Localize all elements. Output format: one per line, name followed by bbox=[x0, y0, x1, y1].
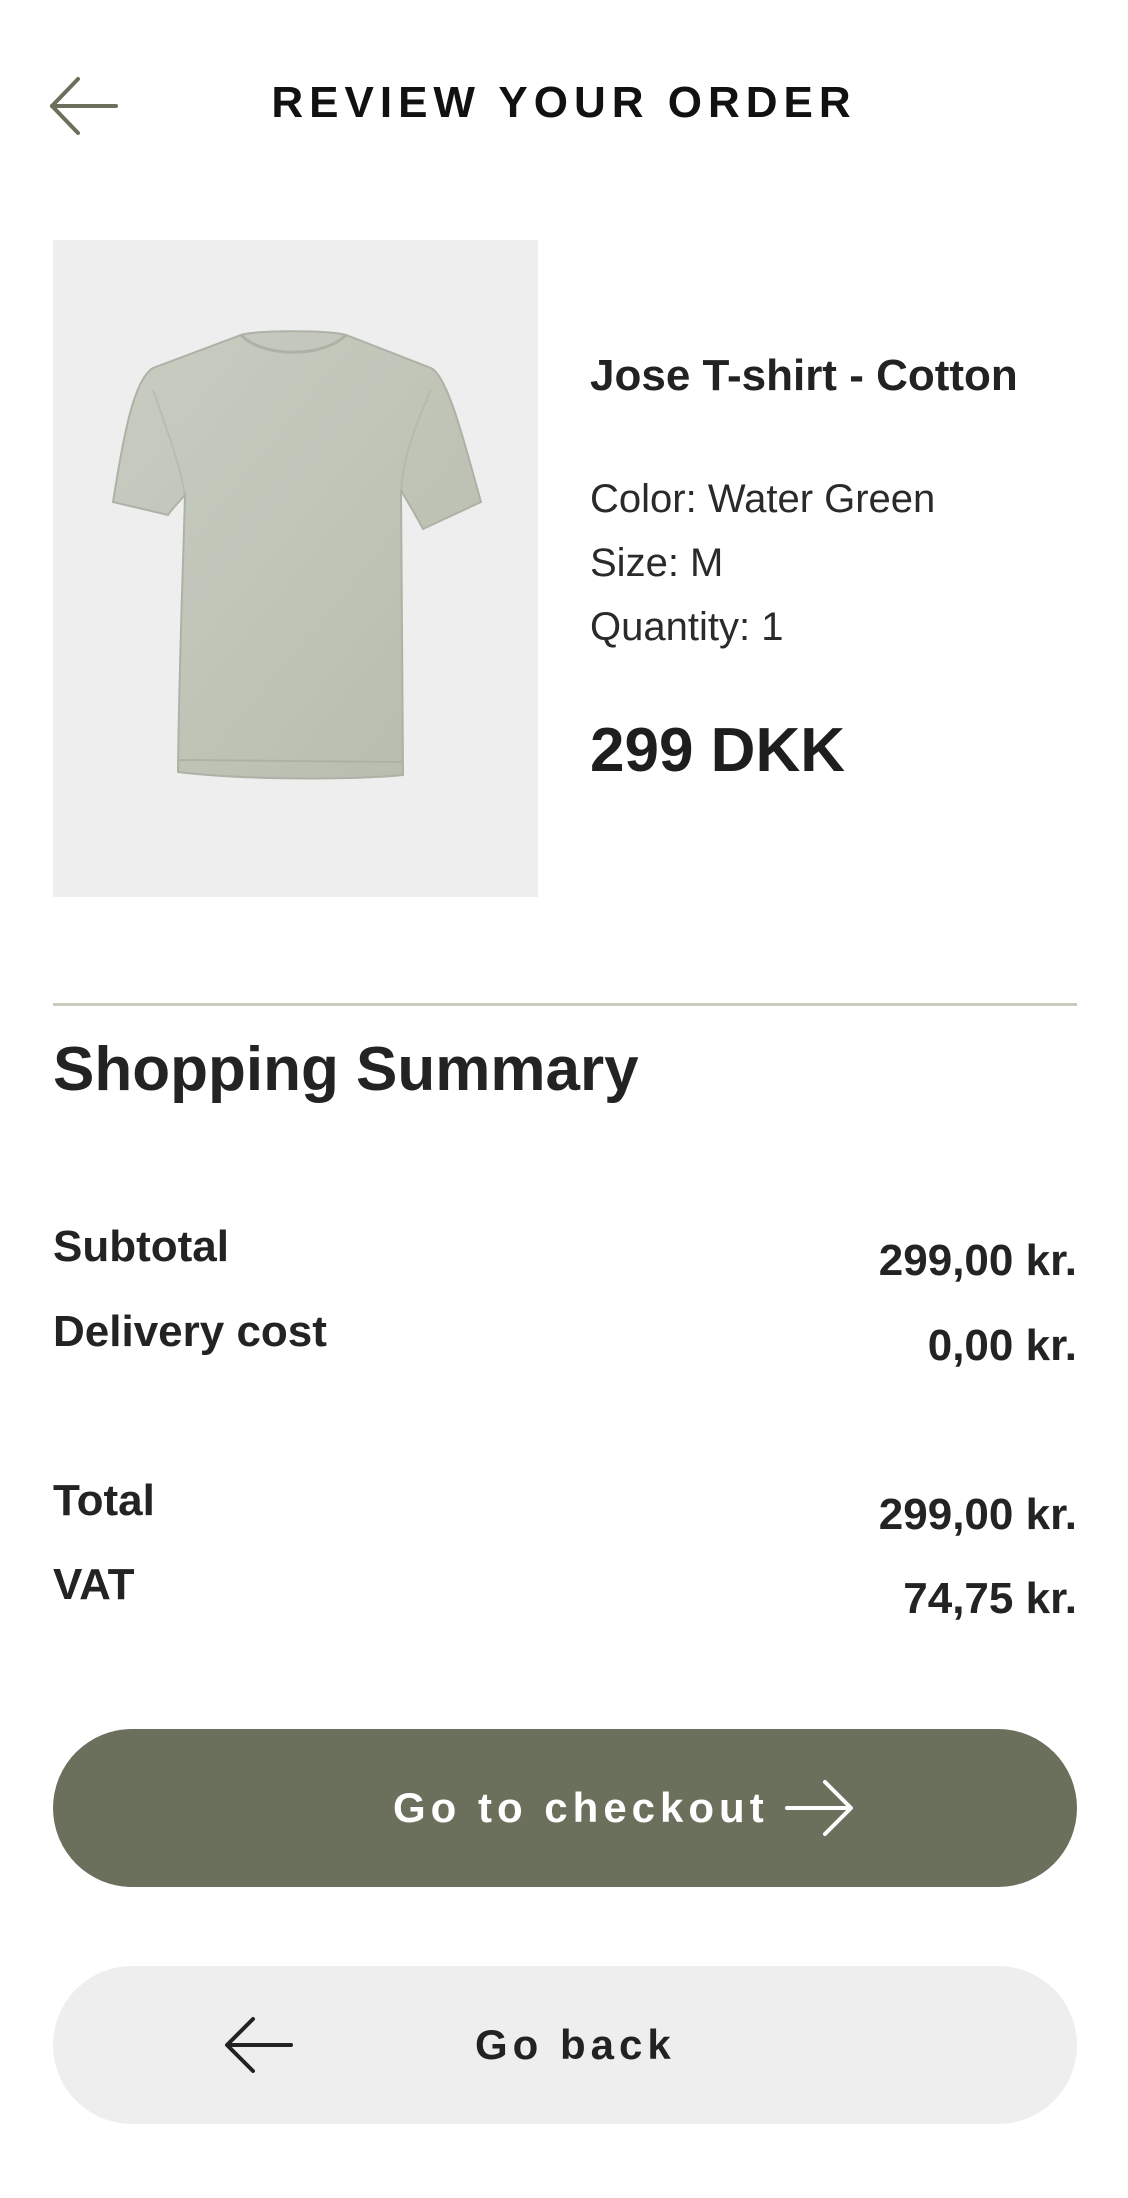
total-row: Total 299,00 kr. bbox=[53, 1476, 1077, 1539]
total-label: Total bbox=[53, 1476, 155, 1525]
header: REVIEW YOUR ORDER bbox=[0, 0, 1128, 210]
product-price: 299 DKK bbox=[590, 715, 845, 785]
total-value: 299,00 kr. bbox=[878, 1490, 1077, 1539]
divider bbox=[53, 1003, 1077, 1006]
page-title: REVIEW YOUR ORDER bbox=[271, 78, 857, 127]
arrow-right-icon bbox=[783, 1778, 855, 1838]
checkout-button[interactable]: Go to checkout bbox=[53, 1729, 1077, 1887]
t-shirt-image bbox=[111, 330, 483, 780]
product-name: Jose T-shirt - Cotton bbox=[590, 351, 1018, 400]
summary-title: Shopping Summary bbox=[53, 1035, 639, 1104]
product-size: Size: M bbox=[590, 540, 724, 585]
go-back-button-label: Go back bbox=[475, 2021, 676, 2068]
delivery-row: Delivery cost 0,00 kr. bbox=[53, 1307, 1077, 1370]
subtotal-label: Subtotal bbox=[53, 1222, 229, 1271]
vat-label: VAT bbox=[53, 1560, 135, 1609]
delivery-value: 0,00 kr. bbox=[927, 1321, 1077, 1370]
vat-value: 74,75 kr. bbox=[903, 1574, 1077, 1623]
arrow-left-icon bbox=[223, 2015, 295, 2075]
product-color: Color: Water Green bbox=[590, 476, 936, 521]
product-image bbox=[53, 240, 538, 897]
product-quantity: Quantity: 1 bbox=[590, 604, 784, 649]
go-back-button[interactable]: Go back bbox=[53, 1966, 1077, 2124]
delivery-label: Delivery cost bbox=[53, 1307, 327, 1356]
subtotal-row: Subtotal 299,00 kr. bbox=[53, 1222, 1077, 1285]
checkout-button-label: Go to checkout bbox=[393, 1784, 769, 1831]
product-details: Jose T-shirt - Cotton Color: Water Green… bbox=[590, 350, 1090, 786]
vat-row: VAT 74,75 kr. bbox=[53, 1560, 1077, 1623]
subtotal-value: 299,00 kr. bbox=[878, 1236, 1077, 1285]
